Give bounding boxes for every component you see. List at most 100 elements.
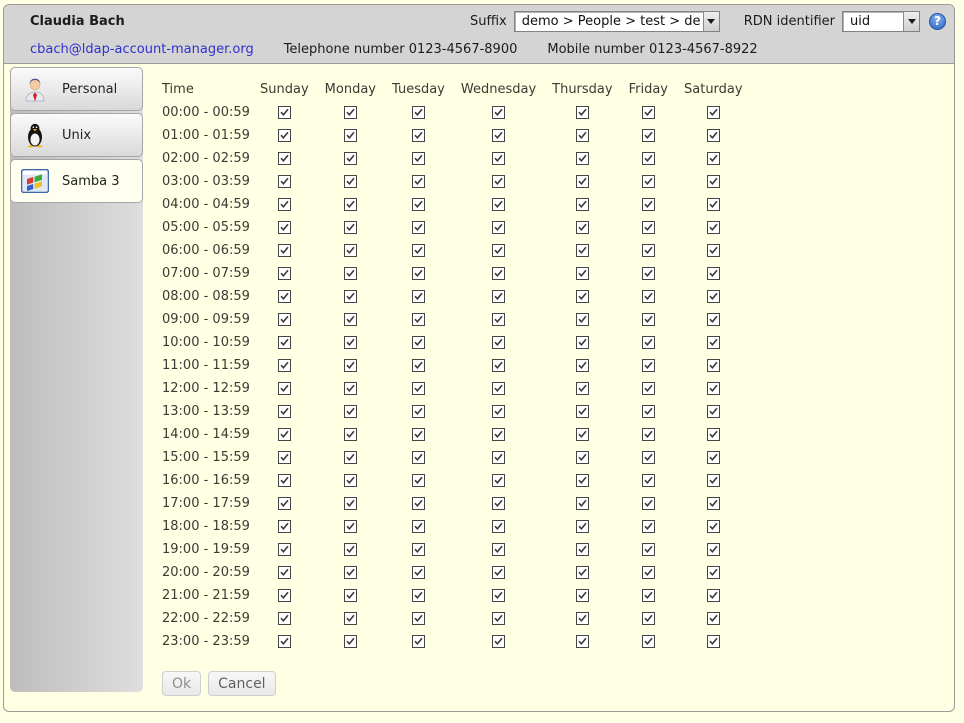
hour-checkbox[interactable]	[707, 635, 720, 648]
hour-checkbox[interactable]	[576, 267, 589, 280]
hour-checkbox[interactable]	[344, 612, 357, 625]
hour-checkbox[interactable]	[412, 474, 425, 487]
hour-checkbox[interactable]	[278, 290, 291, 303]
hour-checkbox[interactable]	[492, 405, 505, 418]
hour-checkbox[interactable]	[412, 152, 425, 165]
hour-checkbox[interactable]	[707, 336, 720, 349]
hour-checkbox[interactable]	[492, 198, 505, 211]
hour-checkbox[interactable]	[412, 267, 425, 280]
hour-checkbox[interactable]	[278, 313, 291, 326]
hour-checkbox[interactable]	[278, 152, 291, 165]
hour-checkbox[interactable]	[278, 267, 291, 280]
hour-checkbox[interactable]	[412, 129, 425, 142]
hour-checkbox[interactable]	[642, 589, 655, 602]
hour-checkbox[interactable]	[278, 382, 291, 395]
hour-checkbox[interactable]	[278, 336, 291, 349]
hour-checkbox[interactable]	[492, 612, 505, 625]
hour-checkbox[interactable]	[576, 244, 589, 257]
hour-checkbox[interactable]	[576, 428, 589, 441]
hour-checkbox[interactable]	[642, 267, 655, 280]
hour-checkbox[interactable]	[344, 520, 357, 533]
hour-checkbox[interactable]	[412, 543, 425, 556]
hour-checkbox[interactable]	[492, 382, 505, 395]
hour-checkbox[interactable]	[344, 267, 357, 280]
hour-checkbox[interactable]	[576, 635, 589, 648]
hour-checkbox[interactable]	[412, 497, 425, 510]
hour-checkbox[interactable]	[707, 221, 720, 234]
hour-checkbox[interactable]	[492, 106, 505, 119]
hour-checkbox[interactable]	[492, 428, 505, 441]
hour-checkbox[interactable]	[344, 221, 357, 234]
hour-checkbox[interactable]	[707, 267, 720, 280]
hour-checkbox[interactable]	[344, 543, 357, 556]
hour-checkbox[interactable]	[344, 129, 357, 142]
hour-checkbox[interactable]	[492, 520, 505, 533]
hour-checkbox[interactable]	[344, 336, 357, 349]
hour-checkbox[interactable]	[344, 405, 357, 418]
hour-checkbox[interactable]	[412, 336, 425, 349]
hour-checkbox[interactable]	[344, 589, 357, 602]
hour-checkbox[interactable]	[707, 175, 720, 188]
hour-checkbox[interactable]	[707, 244, 720, 257]
hour-checkbox[interactable]	[576, 198, 589, 211]
hour-checkbox[interactable]	[707, 359, 720, 372]
ok-button[interactable]: Ok	[162, 671, 201, 696]
hour-checkbox[interactable]	[642, 313, 655, 326]
hour-checkbox[interactable]	[707, 313, 720, 326]
hour-checkbox[interactable]	[707, 405, 720, 418]
hour-checkbox[interactable]	[576, 336, 589, 349]
email-link[interactable]: cbach@ldap-account-manager.org	[30, 42, 254, 57]
hour-checkbox[interactable]	[642, 543, 655, 556]
chevron-down-icon[interactable]	[903, 12, 919, 31]
hour-checkbox[interactable]	[642, 612, 655, 625]
hour-checkbox[interactable]	[492, 175, 505, 188]
hour-checkbox[interactable]	[492, 566, 505, 579]
hour-checkbox[interactable]	[412, 589, 425, 602]
hour-checkbox[interactable]	[707, 106, 720, 119]
hour-checkbox[interactable]	[576, 290, 589, 303]
hour-checkbox[interactable]	[344, 290, 357, 303]
hour-checkbox[interactable]	[576, 313, 589, 326]
hour-checkbox[interactable]	[576, 566, 589, 579]
hour-checkbox[interactable]	[344, 359, 357, 372]
hour-checkbox[interactable]	[576, 543, 589, 556]
hour-checkbox[interactable]	[707, 497, 720, 510]
hour-checkbox[interactable]	[576, 589, 589, 602]
hour-checkbox[interactable]	[412, 221, 425, 234]
hour-checkbox[interactable]	[642, 175, 655, 188]
hour-checkbox[interactable]	[576, 106, 589, 119]
suffix-select[interactable]: demo > People > test > de	[514, 11, 720, 32]
hour-checkbox[interactable]	[278, 589, 291, 602]
hour-checkbox[interactable]	[642, 106, 655, 119]
rdn-identifier-select[interactable]: uid	[842, 11, 920, 32]
hour-checkbox[interactable]	[576, 152, 589, 165]
hour-checkbox[interactable]	[642, 451, 655, 464]
hour-checkbox[interactable]	[642, 152, 655, 165]
hour-checkbox[interactable]	[344, 152, 357, 165]
hour-checkbox[interactable]	[576, 497, 589, 510]
hour-checkbox[interactable]	[278, 221, 291, 234]
hour-checkbox[interactable]	[492, 497, 505, 510]
hour-checkbox[interactable]	[412, 313, 425, 326]
hour-checkbox[interactable]	[492, 336, 505, 349]
hour-checkbox[interactable]	[642, 198, 655, 211]
hour-checkbox[interactable]	[642, 359, 655, 372]
hour-checkbox[interactable]	[344, 382, 357, 395]
hour-checkbox[interactable]	[412, 405, 425, 418]
hour-checkbox[interactable]	[492, 635, 505, 648]
hour-checkbox[interactable]	[344, 244, 357, 257]
hour-checkbox[interactable]	[642, 405, 655, 418]
hour-checkbox[interactable]	[492, 451, 505, 464]
hour-checkbox[interactable]	[344, 428, 357, 441]
hour-checkbox[interactable]	[707, 382, 720, 395]
hour-checkbox[interactable]	[344, 451, 357, 464]
hour-checkbox[interactable]	[278, 520, 291, 533]
hour-checkbox[interactable]	[576, 359, 589, 372]
hour-checkbox[interactable]	[412, 244, 425, 257]
hour-checkbox[interactable]	[576, 175, 589, 188]
chevron-down-icon[interactable]	[703, 12, 719, 31]
hour-checkbox[interactable]	[492, 589, 505, 602]
hour-checkbox[interactable]	[344, 474, 357, 487]
hour-checkbox[interactable]	[642, 520, 655, 533]
hour-checkbox[interactable]	[707, 543, 720, 556]
